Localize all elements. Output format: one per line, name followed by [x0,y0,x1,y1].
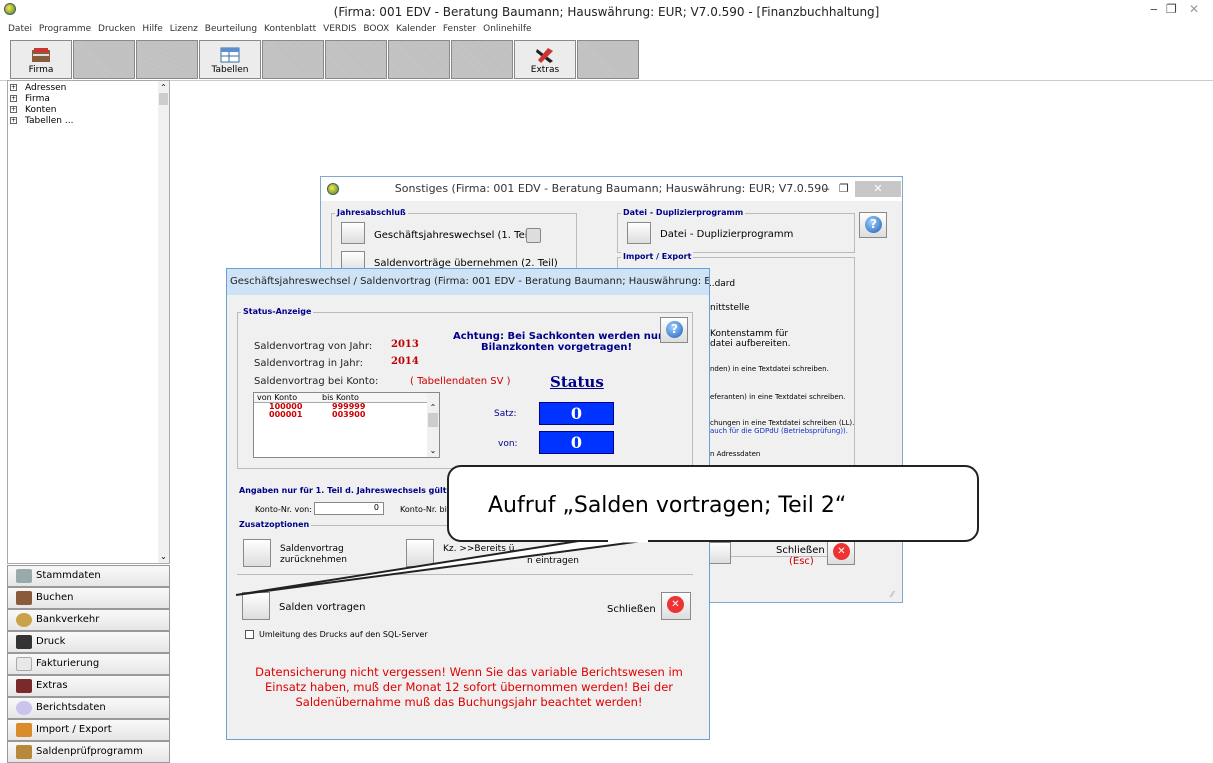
callout-pointer-cover [608,539,648,543]
